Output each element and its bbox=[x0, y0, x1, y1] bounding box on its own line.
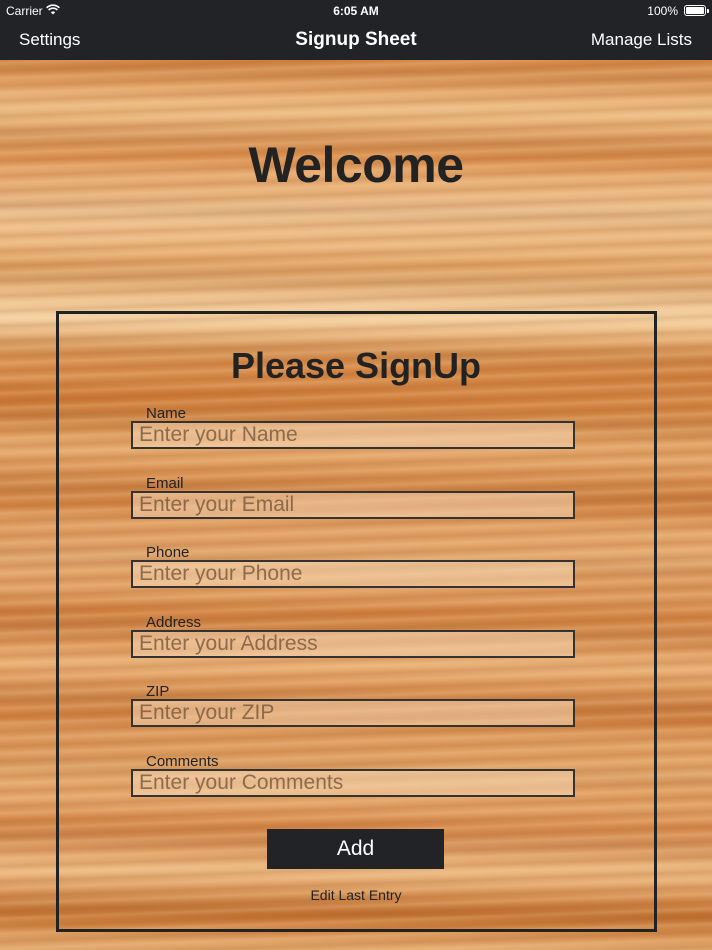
battery-percent: 100% bbox=[647, 4, 678, 18]
signup-heading: Please SignUp bbox=[230, 345, 482, 386]
zip-label: ZIP bbox=[146, 683, 170, 700]
zip-input[interactable] bbox=[131, 699, 575, 727]
address-input[interactable] bbox=[131, 630, 575, 658]
phone-label: Phone bbox=[146, 544, 190, 561]
screen: Carrier 6:05 AM 100% Settings Signup She… bbox=[0, 0, 712, 950]
add-button[interactable]: Add bbox=[267, 829, 444, 869]
welcome-title: Welcome bbox=[248, 137, 464, 193]
manage-lists-button[interactable]: Manage Lists bbox=[591, 30, 692, 50]
clock: 6:05 AM bbox=[333, 4, 379, 18]
email-label: Email bbox=[146, 475, 184, 492]
name-input[interactable] bbox=[131, 421, 575, 449]
address-label: Address bbox=[146, 614, 202, 631]
edit-last-entry-link[interactable]: Edit Last Entry bbox=[0, 887, 712, 903]
top-bar: Carrier 6:05 AM 100% Settings Signup She… bbox=[0, 0, 712, 60]
status-bar: Carrier 6:05 AM 100% bbox=[0, 0, 712, 22]
battery-icon bbox=[684, 5, 709, 16]
comments-input[interactable] bbox=[131, 769, 575, 797]
phone-input[interactable] bbox=[131, 560, 575, 588]
email-input[interactable] bbox=[131, 491, 575, 519]
comments-label: Comments bbox=[146, 753, 219, 770]
name-label: Name bbox=[146, 405, 187, 422]
